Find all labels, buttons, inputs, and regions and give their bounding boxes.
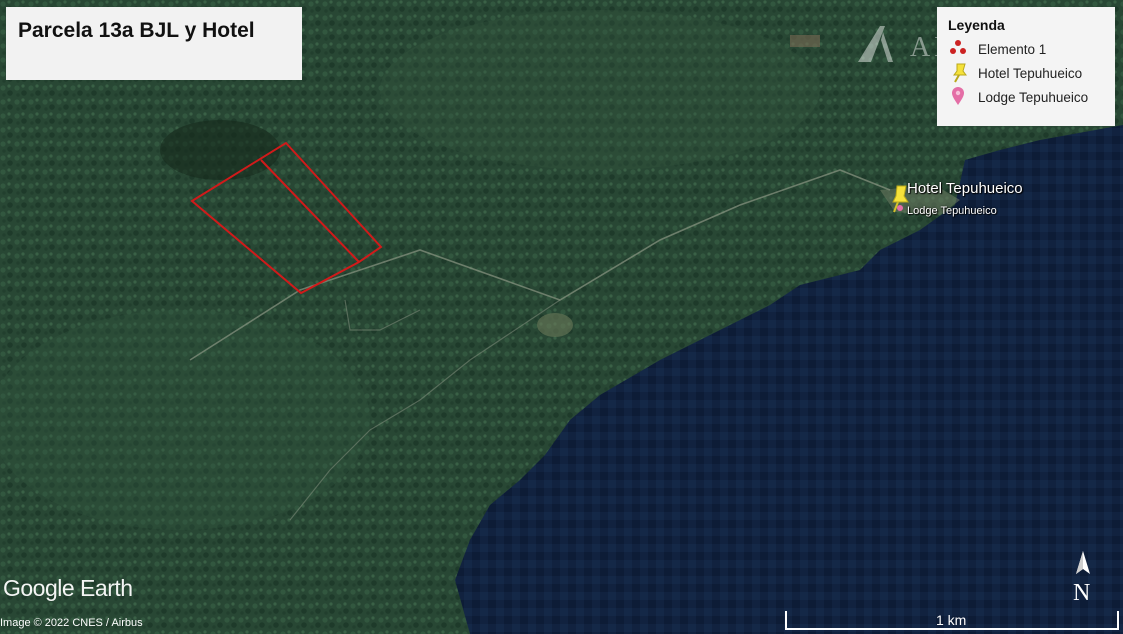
yellow-pushpin-icon [948,63,972,83]
polygon-nodes-icon [948,39,972,59]
legend-item-lodge[interactable]: Lodge Tepuhueico [948,85,1115,109]
pink-placemark-icon [948,87,972,107]
north-label: N [1073,580,1091,606]
scale-label: 1 km [936,612,967,628]
legend-panel: Leyenda Elemento 1 Hotel Tepuhueico Lodg… [937,7,1115,126]
map-title: Parcela 13a BJL y Hotel [18,19,255,42]
legend-heading: Leyenda [948,17,1005,33]
legend-item-label: Lodge Tepuhueico [978,89,1089,105]
imagery-copyright: Image © 2022 CNES / Airbus [0,617,143,629]
legend-item-elemento-1[interactable]: Elemento 1 [948,37,1115,61]
hotel-place-label[interactable]: Hotel Tepuhueico [907,180,1023,197]
legend-item-label: Hotel Tepuhueico [978,65,1083,81]
title-panel: Parcela 13a BJL y Hotel [6,7,302,80]
lodge-placemark-icon[interactable] [897,205,903,211]
legend-item-hotel[interactable]: Hotel Tepuhueico [948,61,1115,85]
legend-item-label: Elemento 1 [978,41,1047,57]
lodge-place-label[interactable]: Lodge Tepuhueico [907,205,997,217]
google-earth-logo: Google Earth [3,575,133,601]
